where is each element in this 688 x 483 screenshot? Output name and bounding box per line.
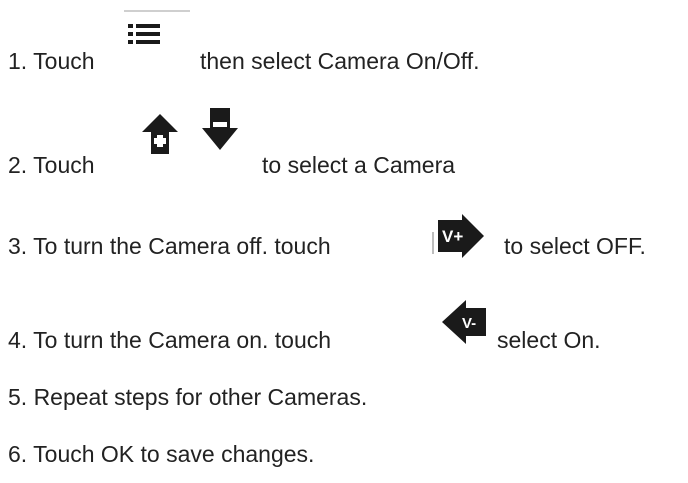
step-5-text: 5. Repeat steps for other Cameras. — [8, 384, 368, 410]
value-plus-glyph: V+ — [442, 227, 463, 246]
step-3-text-before: 3. To turn the Camera off. touch — [8, 233, 331, 259]
menu-list-icon — [124, 10, 190, 70]
value-minus-icon: V- — [440, 298, 492, 346]
step-2-text-before: 2. Touch — [8, 152, 95, 178]
value-minus-glyph: V- — [462, 315, 476, 332]
step-3-text-after: to select OFF. — [504, 233, 646, 259]
step-4-text-before: 4. To turn the Camera on. touch — [8, 327, 332, 353]
step-1-text-after: then select Camera On/Off. — [200, 48, 480, 74]
step-2-text-after: to select a Camera — [262, 152, 456, 178]
step-4-text-after: select On. — [497, 327, 601, 353]
up-arrow-icon — [140, 112, 180, 156]
step-6-text: 6. Touch OK to save changes. — [8, 441, 315, 467]
step-1-text-before: 1. Touch — [8, 48, 95, 74]
down-arrow-icon — [200, 106, 240, 154]
value-plus-icon: V+ — [432, 214, 490, 258]
